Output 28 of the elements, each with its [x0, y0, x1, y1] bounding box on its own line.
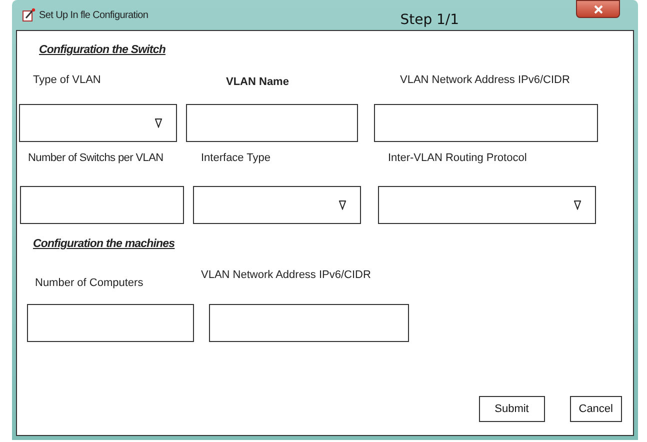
input-field[interactable] [186, 104, 358, 142]
input-field[interactable] [374, 104, 598, 142]
field-label: Inter-VLAN Routing Protocol [388, 152, 528, 166]
dropdown-field[interactable] [19, 104, 177, 142]
input-field[interactable] [209, 304, 409, 342]
step-indicator: Step 1/1 [400, 12, 460, 28]
input-field[interactable] [27, 304, 194, 342]
dialog-button[interactable]: Submit [478, 396, 545, 422]
field-label: Interface Type [201, 152, 272, 166]
app-icon [22, 8, 36, 22]
field-label: Number of Switchs per VLAN [28, 152, 164, 166]
field-label: VLAN Name [226, 75, 290, 90]
dialog-button[interactable]: Cancel [570, 396, 622, 422]
dropdown-field[interactable] [378, 186, 596, 224]
field-label: VLAN Network Address IPv6/CIDR [400, 74, 571, 88]
field-label: VLAN Network Address IPv6/CIDR [201, 269, 372, 283]
field-label: Number of Computers [35, 276, 144, 291]
section-heading: Configuration the Switch [39, 44, 166, 56]
dropdown-arrow-icon [155, 118, 162, 128]
input-field[interactable] [20, 186, 184, 224]
field-label: Type of VLAN [33, 74, 102, 88]
section-heading: Configuration the machines [33, 238, 175, 250]
close-button[interactable] [576, 0, 620, 18]
close-icon [594, 4, 602, 14]
dropdown-field[interactable] [193, 186, 361, 224]
window-title: Set Up In fle Configuration [39, 10, 148, 20]
dropdown-arrow-icon [339, 200, 346, 210]
dropdown-arrow-icon [574, 200, 581, 210]
